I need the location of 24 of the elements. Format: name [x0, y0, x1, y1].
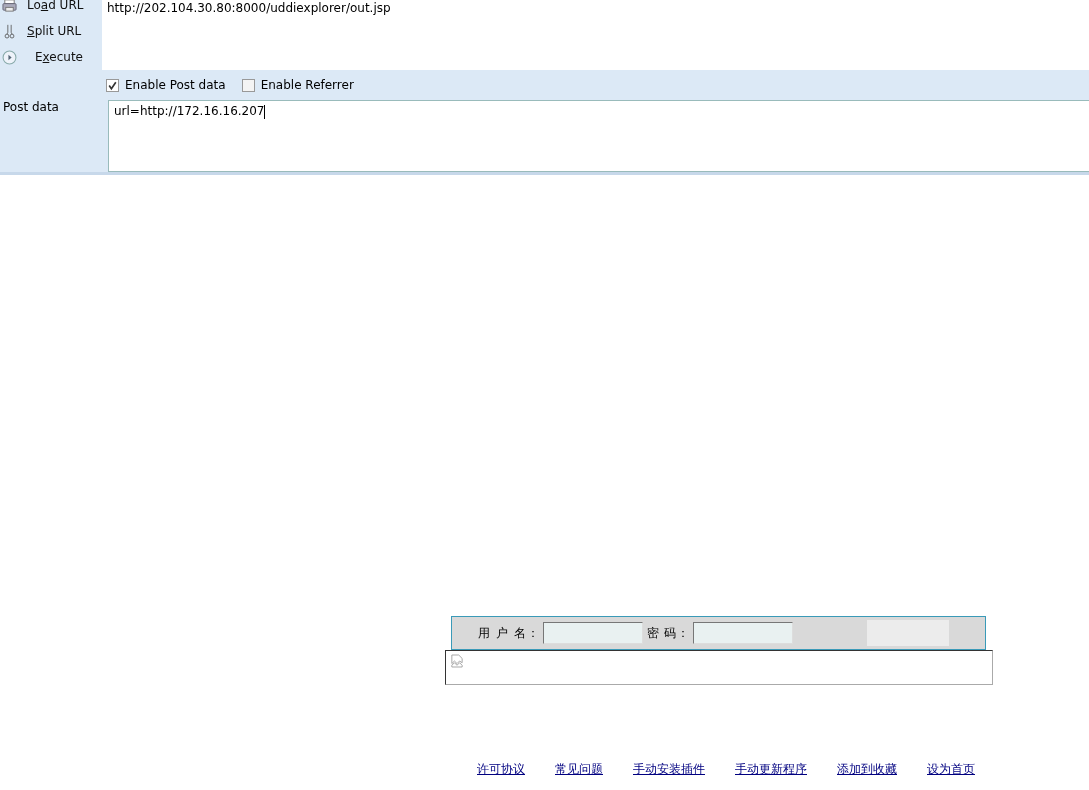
printer-icon: [2, 0, 17, 13]
toolbar-button[interactable]: Split URL: [0, 18, 102, 44]
post-data-field[interactable]: url=http://172.16.16.207: [108, 100, 1089, 172]
scissors-icon: [2, 23, 17, 39]
footer-link[interactable]: 手动更新程序: [735, 761, 807, 778]
checkbox[interactable]: [106, 78, 119, 92]
checkbox-label: Enable Referrer: [260, 78, 354, 92]
footer-link[interactable]: 添加到收藏: [837, 761, 897, 778]
checkbox[interactable]: [241, 78, 255, 92]
play-icon: [2, 49, 17, 65]
footer-link[interactable]: 许可协议: [477, 761, 525, 778]
checkbox-label: Enable Post data: [125, 78, 226, 92]
toolbar-button[interactable]: Load URL: [0, 0, 102, 18]
footer-link[interactable]: 设为首页: [927, 761, 975, 778]
footer-link[interactable]: 手动安装插件: [633, 761, 705, 778]
password-field[interactable]: [693, 622, 794, 644]
url-field[interactable]: http://202.104.30.80:8000/uddiexplorer/out.jsp: [102, 0, 1089, 70]
username-field[interactable]: [542, 622, 643, 644]
password-label: 密 码：: [646, 624, 691, 642]
toolbar-button[interactable]: Execute: [0, 44, 102, 70]
footer-link[interactable]: 常见问题: [555, 761, 603, 778]
broken-image-icon: [451, 654, 463, 668]
post-data-label: Post data: [2, 100, 60, 116]
username-label: 用 户 名：: [478, 624, 540, 642]
